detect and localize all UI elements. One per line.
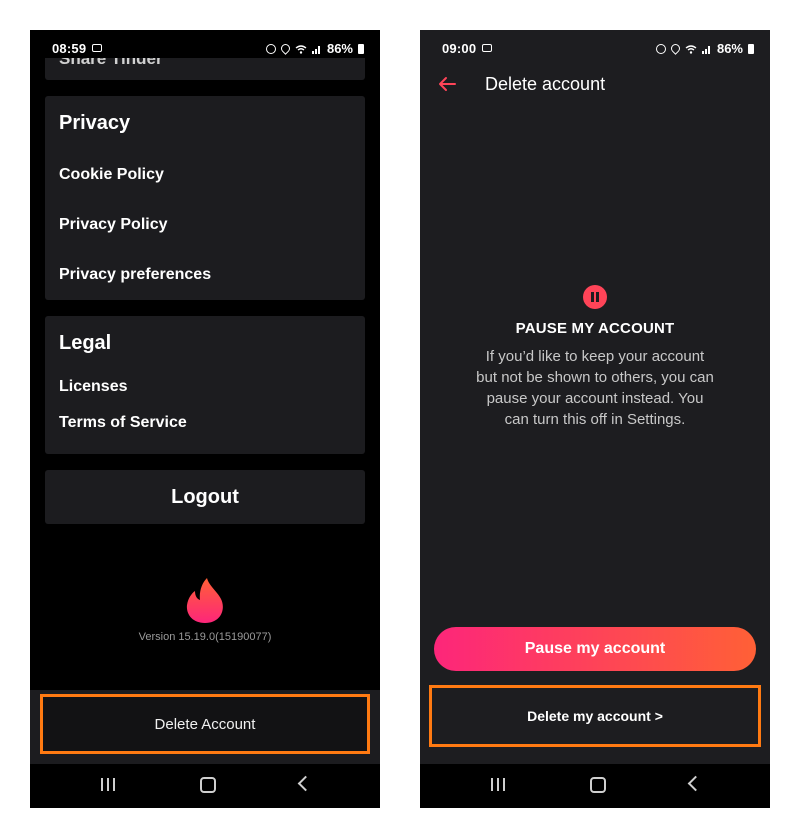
signal-icon (311, 45, 320, 54)
recents-icon[interactable] (101, 778, 115, 791)
version-text: Version 15.19.0(15190077) (138, 631, 272, 643)
alarm-icon (265, 43, 276, 54)
legal-card: Legal Licenses Terms of Service (45, 316, 365, 454)
image-icon (92, 44, 102, 52)
status-icons: 86% (265, 41, 364, 56)
recents-icon[interactable] (491, 778, 505, 791)
location-icon (279, 42, 292, 55)
battery-icon (358, 43, 364, 54)
alarm-icon (655, 43, 666, 54)
nav-back-icon[interactable] (297, 775, 314, 792)
delete-account-button[interactable]: Delete Account (40, 694, 370, 754)
status-time: 09:00 (442, 41, 477, 56)
logout-label: Logout (171, 486, 239, 508)
delete-account-label: Delete Account (154, 715, 256, 733)
wifi-icon (295, 44, 307, 54)
wifi-icon (685, 44, 697, 54)
flame-logo (186, 578, 223, 623)
battery-icon (748, 43, 754, 54)
terms-of-service-link[interactable]: Terms of Service (59, 414, 187, 432)
home-icon[interactable] (590, 777, 606, 793)
licenses-link[interactable]: Licenses (59, 378, 127, 396)
privacy-preferences-link[interactable]: Privacy preferences (59, 266, 211, 284)
pause-description: If you’d like to keep your account but n… (476, 348, 714, 428)
image-icon (482, 44, 492, 52)
cookie-policy-link[interactable]: Cookie Policy (59, 166, 164, 184)
share-label: Share Tinder (59, 58, 163, 68)
left-phone-screen: 08:59 86% Share Tinder Privacy Cookie Po… (30, 30, 380, 808)
logout-button[interactable]: Logout (45, 470, 365, 524)
delete-my-account-label: Delete my account > (527, 708, 663, 724)
navigation-bar (30, 764, 380, 808)
signal-icon (701, 45, 710, 54)
battery-percent: 86% (716, 41, 743, 56)
home-icon[interactable] (200, 777, 216, 793)
privacy-title: Privacy (59, 112, 131, 134)
privacy-policy-link[interactable]: Privacy Policy (59, 216, 168, 234)
pause-heading: PAUSE MY ACCOUNT (515, 320, 675, 337)
status-icons: 86% (655, 41, 754, 56)
pause-account-button[interactable]: Pause my account (434, 627, 756, 671)
right-phone-screen: 09:00 86% Delete account PAUSE MY ACCOUN… (420, 30, 770, 808)
pause-icon (583, 285, 607, 309)
nav-back-icon[interactable] (687, 775, 704, 792)
share-card[interactable]: Share Tinder (45, 58, 365, 80)
status-time: 08:59 (52, 41, 87, 56)
status-bar: 09:00 86% (420, 30, 770, 68)
pause-account-label: Pause my account (524, 640, 666, 657)
navigation-bar (420, 764, 770, 808)
legal-title: Legal (59, 332, 112, 354)
back-arrow-icon[interactable] (437, 76, 457, 92)
privacy-card: Privacy Cookie Policy Privacy Policy Pri… (45, 96, 365, 300)
page-title: Delete account (485, 74, 606, 94)
location-icon (669, 42, 682, 55)
delete-my-account-button[interactable]: Delete my account > (429, 685, 761, 747)
battery-percent: 86% (326, 41, 353, 56)
